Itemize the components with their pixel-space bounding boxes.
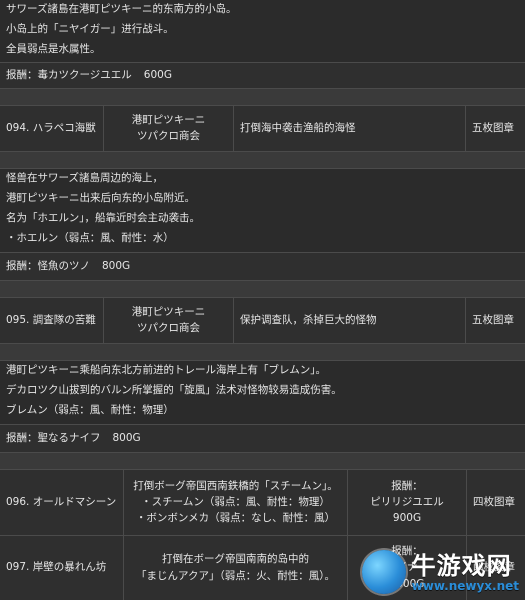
description-line: 名为「ホエルン」，船靠近时会主动袭击。 — [6, 212, 201, 225]
reward-label: 报酬：怪魚のツノ — [6, 259, 90, 272]
quest-number-title: 094. ハラペコ海獣 — [0, 106, 104, 151]
detail-line: 「まじんアクア」（弱点：火、耐性：風）。 — [136, 569, 335, 582]
reward-amount: 800G — [112, 431, 141, 444]
reward-amount: 600G — [143, 68, 172, 81]
quest-reward-row: 报酬：怪魚のツノ 800G — [0, 252, 525, 280]
quest-client: 港町ピツキーニ ツパクロ商会 — [104, 106, 234, 151]
quest-list-page: サワーズ諸島在港町ピツキーニ的东南方的小岛。 小岛上的「ニヤイガー」进行战斗。 … — [0, 0, 525, 600]
reward-line: イナ — [396, 561, 418, 574]
description-line: 全員弱点是水属性。 — [6, 43, 101, 56]
reward-line: ピリリジユエル — [370, 495, 444, 508]
reward-line: 900G — [392, 512, 422, 525]
quest-details: 打倒在ボーグ帝国南南的岛中的 「まじんアクア」（弱点：火、耐性：風）。 — [124, 536, 348, 600]
quest-table-row: 095. 調査隊の苦難 港町ピツキーニ ツパクロ商会 保护调查队，杀掉巨大的怪物… — [0, 297, 525, 343]
quest-objective: 打倒海中袭击渔船的海怪 — [234, 106, 466, 151]
description-line: 港町ピツキーニ乘船向东北方前进的トレール海岸上有「ブレムン」。 — [6, 364, 327, 377]
quest-reward-row: 报酬：毒カツクージユエル 600G — [0, 62, 525, 88]
client-line: ツパクロ商会 — [137, 130, 200, 142]
quest-rank: 四枚图章 — [473, 495, 515, 508]
description-line: デカロツク山拔到的バルン所掌握的「旋風」法术对怪物较易造成伤害。 — [6, 384, 342, 397]
client-line: 港町ピツキーニ — [131, 305, 206, 318]
quest-number-title: 096. オールドマシーン — [0, 470, 124, 535]
client-line: 港町ピツキーニ — [131, 113, 206, 126]
reward-line: 1000G — [389, 577, 425, 590]
quest-rank: 五枚图章 — [472, 313, 514, 326]
quest-number-title: 095. 調査隊の苦難 — [0, 298, 104, 343]
quest-rank: 五枚图章 — [472, 121, 514, 134]
reward-label: 报酬：聖なるナイフ — [6, 431, 101, 444]
quest-description: サワーズ諸島在港町ピツキーニ的东南方的小岛。 小岛上的「ニヤイガー」进行战斗。 … — [0, 0, 525, 62]
quest-description: 怪兽在サワーズ諸島周边的海上， 港町ピツキーニ出来后向东的小岛附近。 名为「ホエ… — [0, 168, 525, 252]
detail-line: 打倒在ボーグ帝国南南的岛中的 — [162, 553, 309, 566]
quest-objective: 保护调查队，杀掉巨大的怪物 — [234, 298, 466, 343]
description-line: 怪兽在サワーズ諸島周边的海上， — [6, 172, 163, 185]
quest-number-title: 097. 岸壁の暴れん坊 — [0, 536, 124, 600]
reward-amount: 800G — [102, 259, 131, 272]
client-line: ツパクロ商会 — [137, 322, 200, 334]
detail-line: 打倒ボーグ帝国西南鉄橋的「スチームン」。 — [133, 479, 338, 492]
description-line: ブレムン（弱点：風、耐性：物理） — [6, 404, 174, 417]
quest-reward: 报酬： イナ 1000G — [348, 536, 467, 600]
section-separator — [0, 88, 525, 105]
description-line: 港町ピツキーニ出来后向东的小岛附近。 — [6, 192, 195, 205]
section-separator — [0, 151, 525, 168]
quest-description: 港町ピツキーニ乘船向东北方前进的トレール海岸上有「ブレムン」。 デカロツク山拔到… — [0, 360, 525, 424]
quest-table-row: 096. オールドマシーン 打倒ボーグ帝国西南鉄橋的「スチームン」。 ・スチーム… — [0, 469, 525, 535]
reward-label: 报酬：毒カツクージユエル — [6, 68, 132, 81]
quest-table-row: 094. ハラペコ海獣 港町ピツキーニ ツパクロ商会 打倒海中袭击渔船的海怪 五… — [0, 105, 525, 151]
reward-line: 报酬： — [391, 545, 423, 558]
quest-client: 港町ピツキーニ ツパクロ商会 — [104, 298, 234, 343]
description-line: ・ホエルン（弱点：風、耐性：水） — [6, 232, 174, 245]
quest-reward-row: 报酬：聖なるナイフ 800G — [0, 424, 525, 452]
quest-table-row: 097. 岸壁の暴れん坊 打倒在ボーグ帝国南南的岛中的 「まじんアクア」（弱点：… — [0, 535, 525, 600]
detail-line: ・スチームン（弱点：風、耐性：物理） — [141, 495, 330, 508]
section-separator — [0, 452, 525, 469]
reward-line: 报酬： — [391, 479, 423, 492]
description-line: 小岛上的「ニヤイガー」进行战斗。 — [6, 23, 174, 36]
description-line: サワーズ諸島在港町ピツキーニ的东南方的小岛。 — [6, 3, 237, 16]
quest-reward: 报酬： ピリリジユエル 900G — [348, 470, 467, 535]
section-separator — [0, 280, 525, 297]
quest-details: 打倒ボーグ帝国西南鉄橋的「スチームン」。 ・スチームン（弱点：風、耐性：物理） … — [124, 470, 348, 535]
detail-line: ・ボンボンメカ（弱点：なし、耐性：風） — [135, 512, 336, 525]
section-separator — [0, 343, 525, 360]
quest-rank: 四枚图章 — [473, 561, 515, 574]
